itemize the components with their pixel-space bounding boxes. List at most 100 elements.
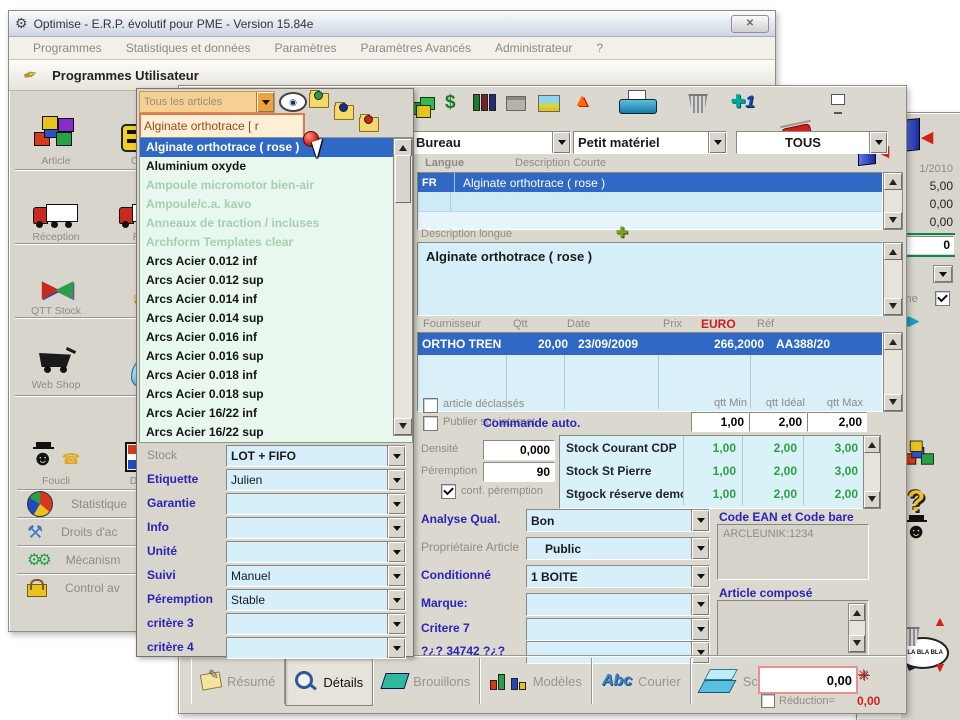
toolbar-price-button[interactable]: $ [445, 92, 456, 114]
article-filter-combo[interactable]: Tous les articles [139, 91, 275, 113]
toolbar-copy-button[interactable] [506, 96, 526, 111]
info-combo[interactable] [226, 517, 406, 539]
proprietaire-combo[interactable]: Public [526, 537, 710, 560]
dropdown-button[interactable] [933, 265, 953, 283]
critere3-combo[interactable] [226, 613, 406, 635]
table-row[interactable]: Stock St Pierre 1,00 2,00 3,00 [560, 459, 864, 482]
menu-administrateur[interactable]: Administrateur [495, 41, 572, 55]
article-item[interactable]: Arcs Acier 0.016 inf [140, 328, 412, 347]
description-longue-box[interactable]: Alginate orthotrace ( rose ) [417, 242, 883, 316]
qtt-min-input[interactable]: 1,00 [691, 412, 749, 432]
article-item[interactable]: Arcs Acier 0.012 sup [140, 271, 412, 290]
article-item[interactable]: Arcs Acier 16/22 sup [140, 423, 412, 442]
article-compose-box[interactable] [717, 600, 869, 656]
stock-combo[interactable]: LOT + FIFO [226, 445, 406, 467]
ean-box[interactable]: ARCLEUNIK:1234 [717, 524, 869, 580]
scroll-up-button[interactable] [864, 436, 880, 453]
article-item[interactable]: Arcs Acier 0.012 inf [140, 252, 412, 271]
sidebar-item-article[interactable]: Article [13, 95, 99, 167]
arrow-down-icon[interactable]: ▼ [933, 659, 947, 675]
menu-parametres-avances[interactable]: Paramètres Avancés [360, 41, 471, 55]
langue-row-selected[interactable]: FR Alginate orthotrace ( rose ) [418, 173, 882, 192]
price-input[interactable]: 0,00 [758, 666, 858, 694]
folder-icon[interactable] [334, 102, 354, 120]
toolbar-add-one-button[interactable]: ✚ 1 [731, 92, 755, 112]
suivi-combo[interactable]: Manuel [226, 565, 406, 587]
folder-icon[interactable] [359, 114, 379, 132]
scroll-down-button[interactable] [864, 491, 880, 508]
table-row[interactable]: Stgock réserve demo 2 1,00 2,00 2,00 [560, 482, 864, 505]
person-icon[interactable]: ☻ [905, 515, 931, 545]
table-row[interactable]: Stock Courant CDP 1,00 2,00 3,00 [560, 436, 864, 459]
densite-input[interactable]: 0,000 [483, 440, 555, 460]
conf-peremption-checkbox[interactable] [441, 484, 456, 499]
menu-parametres[interactable]: Paramètres [274, 41, 336, 55]
toolbar-money-button[interactable] [411, 94, 439, 118]
qtt-max-input[interactable]: 2,00 [807, 412, 867, 432]
langue-table[interactable]: FR Alginate orthotrace ( rose ) [417, 172, 883, 230]
sidebar-item-qtt-stock[interactable]: ▶◀ QTT Stock [13, 245, 99, 317]
scroll-up-button[interactable] [884, 243, 902, 260]
scroll-up-button[interactable] [849, 604, 865, 621]
publier-checkbox[interactable] [423, 416, 438, 431]
sidebar-item-reception[interactable]: Réception [13, 171, 99, 243]
sidebar-item-web-shop[interactable]: Web Shop [13, 319, 99, 391]
compose-scrollbar[interactable] [848, 603, 866, 653]
eye-icon[interactable]: ◉ [279, 92, 307, 112]
cubes-icon[interactable] [902, 440, 940, 470]
menu-programmes[interactable]: Programmes [33, 41, 102, 55]
scroll-up-button[interactable] [394, 139, 412, 156]
tab-details[interactable]: Détails [285, 658, 374, 706]
article-search-input[interactable]: Alginate orthotrace [ r [139, 113, 305, 139]
mini-window-icon[interactable] [831, 94, 845, 105]
article-item[interactable]: Anneaux de traction / incluses [140, 214, 412, 233]
peremption-combo[interactable]: Stable [226, 589, 406, 611]
peremption-input[interactable]: 90 [483, 462, 555, 482]
menu-statistiques[interactable]: Statistiques et données [126, 41, 251, 55]
menu-help[interactable]: ? [596, 41, 603, 55]
close-button[interactable]: ✕ [731, 14, 769, 33]
article-item[interactable]: Arcs Acier 0.018 sup [140, 385, 412, 404]
langue-scrollbar[interactable] [883, 172, 903, 230]
critere7-combo[interactable] [526, 618, 710, 641]
unite-combo[interactable] [226, 541, 406, 563]
sidebar-item-foucli[interactable]: ☻ ☎ Foucli [13, 415, 99, 487]
article-item[interactable]: Arcs Acier 0.016 sup [140, 347, 412, 366]
article-list[interactable]: Alginate orthotrace ( rose ) Aluminium o… [139, 137, 413, 443]
etiquette-combo[interactable]: Julien [226, 469, 406, 491]
toolbar-fire-button[interactable]: ▲ [573, 90, 591, 111]
stock-scrollbar[interactable] [863, 435, 881, 509]
article-item[interactable]: Alginate orthotrace ( rose ) [140, 138, 412, 157]
scroll-down-button[interactable] [849, 635, 865, 652]
scroll-down-button[interactable] [884, 298, 902, 315]
category-combo-petit-materiel[interactable]: Petit matériel [573, 131, 727, 154]
category-combo-tous[interactable]: TOUS [736, 131, 888, 154]
article-item[interactable]: Arcs Acier 16/22 inf [140, 404, 412, 423]
fournisseur-row[interactable]: ORTHO TREN 20,00 23/09/2009 266,2000 AA3… [418, 333, 882, 355]
toolbar-basket-button[interactable] [688, 94, 708, 113]
critere4-combo[interactable] [226, 637, 406, 659]
qtt-ideal-input[interactable]: 2,00 [749, 412, 807, 432]
scroll-thumb[interactable] [395, 155, 411, 203]
article-item[interactable]: Aluminium oxyde [140, 157, 412, 176]
question-icon[interactable]: ? [907, 485, 925, 519]
article-item[interactable]: Archform Templates clear [140, 233, 412, 252]
tab-brouillons[interactable]: Brouillons [373, 658, 481, 704]
tab-modeles[interactable]: Modèles [480, 658, 592, 704]
description-scrollbar[interactable] [883, 242, 903, 316]
toolbar-image-button[interactable] [538, 95, 560, 112]
arrow-up-icon[interactable]: ▲ [933, 613, 947, 629]
declasse-checkbox[interactable] [423, 398, 438, 413]
scroll-down-button[interactable] [884, 212, 902, 229]
analyse-qual-combo[interactable]: Bon [526, 509, 710, 532]
article-item[interactable]: Ampoule/c.a. kavo [140, 195, 412, 214]
scroll-down-button[interactable] [884, 394, 902, 411]
langue-row-empty[interactable] [418, 192, 882, 212]
tab-resume[interactable]: ✎ Résumé [191, 658, 286, 704]
folder-icon[interactable] [309, 90, 329, 108]
fournisseur-scrollbar[interactable] [883, 332, 903, 412]
conditionne-combo[interactable]: 1 BOITE [526, 565, 710, 588]
toolbar-print-button[interactable] [619, 90, 657, 115]
article-item[interactable]: Arcs Acier 0.014 sup [140, 309, 412, 328]
filter-dropdown-button[interactable] [256, 92, 274, 112]
